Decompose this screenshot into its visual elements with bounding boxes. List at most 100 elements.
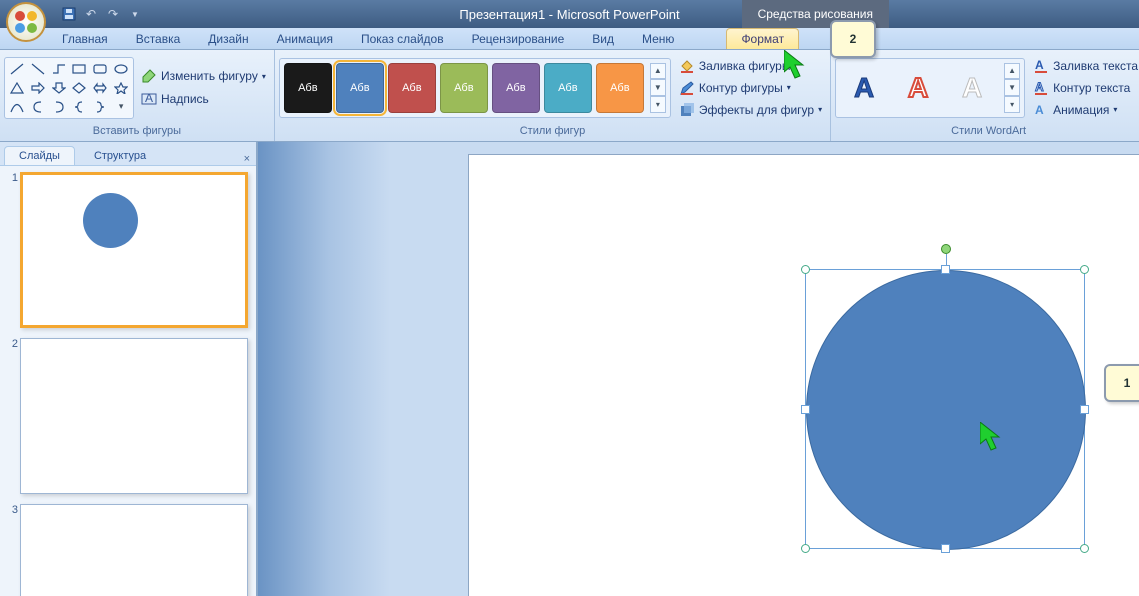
thumb-row[interactable]: 2 (6, 338, 250, 494)
rotate-handle[interactable] (941, 244, 951, 254)
gallery-more-icon[interactable]: ▾ (1004, 96, 1020, 113)
slide-thumbnail[interactable] (20, 172, 248, 328)
style-swatch[interactable]: Абв (440, 63, 488, 113)
gallery-more-icon[interactable]: ▾ (650, 96, 666, 113)
office-button[interactable] (6, 2, 46, 42)
gallery-scroll: ▲ ▼ ▾ (650, 63, 666, 113)
shape-oval-icon[interactable] (111, 60, 131, 78)
textbox-button[interactable]: A Надпись (137, 89, 270, 109)
tab-menu[interactable]: Меню (628, 29, 688, 49)
resize-handle[interactable] (941, 265, 950, 274)
qat-dropdown-icon[interactable]: ▼ (126, 5, 144, 23)
callout-number: 2 (850, 32, 857, 46)
svg-text:A: A (145, 91, 153, 105)
shape-arrow-d-icon[interactable] (49, 79, 69, 97)
style-swatch[interactable]: Абв (336, 63, 384, 113)
thumb-number: 1 (6, 172, 20, 328)
shape-triangle-icon[interactable] (7, 79, 27, 97)
pane-tabs: Слайды Структура × (0, 142, 256, 166)
gallery-down-icon[interactable]: ▼ (1004, 79, 1020, 96)
shape-rect-icon[interactable] (70, 60, 90, 78)
shape-brace1-icon[interactable] (70, 98, 90, 116)
text-fill-button[interactable]: A Заливка текста (1029, 56, 1139, 76)
undo-icon[interactable]: ↶ (82, 5, 100, 23)
ribbon: ▾ Изменить фигуру ▾ A Надпись Вставить ф… (0, 50, 1139, 142)
dropdown-icon: ▾ (262, 72, 266, 81)
textbox-label: Надпись (161, 92, 209, 106)
slide-thumbnail[interactable] (20, 504, 248, 596)
resize-handle[interactable] (941, 544, 950, 553)
tab-slideshow[interactable]: Показ слайдов (347, 29, 458, 49)
tab-animation[interactable]: Анимация (263, 29, 347, 49)
resize-handle[interactable] (801, 405, 810, 414)
tab-view[interactable]: Вид (578, 29, 628, 49)
thumb-row[interactable]: 1 (6, 172, 250, 328)
shape-line2-icon[interactable] (28, 60, 48, 78)
style-swatch[interactable]: Абв (284, 63, 332, 113)
shape-bracket1-icon[interactable] (28, 98, 48, 116)
resize-handle[interactable] (1080, 544, 1089, 553)
resize-handle[interactable] (1080, 265, 1089, 274)
callout-number: 1 (1124, 376, 1131, 390)
shape-roundrect-icon[interactable] (90, 60, 110, 78)
shape-styles-gallery[interactable]: Абв Абв Абв Абв Абв Абв Абв ▲ ▼ ▾ (279, 58, 671, 118)
effects-icon (679, 102, 695, 118)
style-swatch[interactable]: Абв (492, 63, 540, 113)
shape-bracket2-icon[interactable] (49, 98, 69, 116)
tab-format[interactable]: Формат (726, 28, 799, 49)
text-fill-icon: A (1033, 58, 1049, 74)
pane-tab-outline[interactable]: Структура (79, 146, 161, 165)
gallery-up-icon[interactable]: ▲ (650, 63, 666, 80)
style-swatch[interactable]: Абв (388, 63, 436, 113)
shape-brace2-icon[interactable] (90, 98, 110, 116)
wordart-swatch[interactable]: А (894, 63, 942, 113)
shape-outline-button[interactable]: Контур фигуры ▾ (675, 78, 826, 98)
text-animation-button[interactable]: A Анимация ▾ (1029, 100, 1139, 120)
oval-shape[interactable] (806, 270, 1086, 550)
tab-insert[interactable]: Вставка (122, 29, 195, 49)
thumb-number: 3 (6, 504, 20, 596)
shape-arrow-lr-icon[interactable] (90, 79, 110, 97)
svg-text:A: A (1035, 103, 1044, 117)
shape-arrow-r-icon[interactable] (28, 79, 48, 97)
shape-star-icon[interactable] (111, 79, 131, 97)
workspace: Слайды Структура × 1 2 3 (0, 142, 1139, 596)
wordart-gallery[interactable]: А А А ▲ ▼ ▾ (835, 58, 1025, 118)
tab-review[interactable]: Рецензирование (458, 29, 579, 49)
group-insert-shapes: ▾ Изменить фигуру ▾ A Надпись Вставить ф… (0, 50, 275, 141)
thumb-row[interactable]: 3 (6, 504, 250, 596)
style-swatch[interactable]: Абв (596, 63, 644, 113)
selection-box[interactable] (805, 269, 1085, 549)
group-label-shape-styles: Стили фигур (279, 123, 826, 139)
shape-curve-icon[interactable] (7, 98, 27, 116)
close-pane-icon[interactable]: × (244, 153, 250, 165)
style-swatch[interactable]: Абв (544, 63, 592, 113)
tab-home[interactable]: Главная (48, 29, 122, 49)
wordart-swatch[interactable]: А (948, 63, 996, 113)
shape-connector-icon[interactable] (49, 60, 69, 78)
window-title: Презентация1 - Microsoft PowerPoint (459, 7, 679, 22)
resize-handle[interactable] (801, 265, 810, 274)
resize-handle[interactable] (801, 544, 810, 553)
shape-diamond-icon[interactable] (70, 79, 90, 97)
canvas-area[interactable]: 1 (258, 142, 1139, 596)
wordart-swatch[interactable]: А (840, 63, 888, 113)
shape-gallery[interactable]: ▾ (4, 57, 134, 119)
shape-effects-button[interactable]: Эффекты для фигур ▾ (675, 100, 826, 120)
gallery-down-icon[interactable]: ▼ (650, 79, 666, 96)
slide-canvas[interactable] (468, 154, 1139, 596)
shape-more-icon[interactable]: ▾ (111, 98, 131, 116)
slide-thumbnail[interactable] (20, 338, 248, 494)
ribbon-tabs: Главная Вставка Дизайн Анимация Показ сл… (0, 28, 1139, 50)
text-outline-button[interactable]: A Контур текста (1029, 78, 1139, 98)
save-icon[interactable] (60, 5, 78, 23)
shape-line-icon[interactable] (7, 60, 27, 78)
edit-shape-button[interactable]: Изменить фигуру ▾ (137, 66, 270, 86)
gallery-up-icon[interactable]: ▲ (1004, 63, 1020, 80)
text-anim-label: Анимация (1053, 103, 1109, 117)
pane-tab-slides[interactable]: Слайды (4, 146, 75, 165)
tab-design[interactable]: Дизайн (194, 29, 262, 49)
thumbnails: 1 2 3 (0, 166, 256, 596)
resize-handle[interactable] (1080, 405, 1089, 414)
redo-icon[interactable]: ↷ (104, 5, 122, 23)
